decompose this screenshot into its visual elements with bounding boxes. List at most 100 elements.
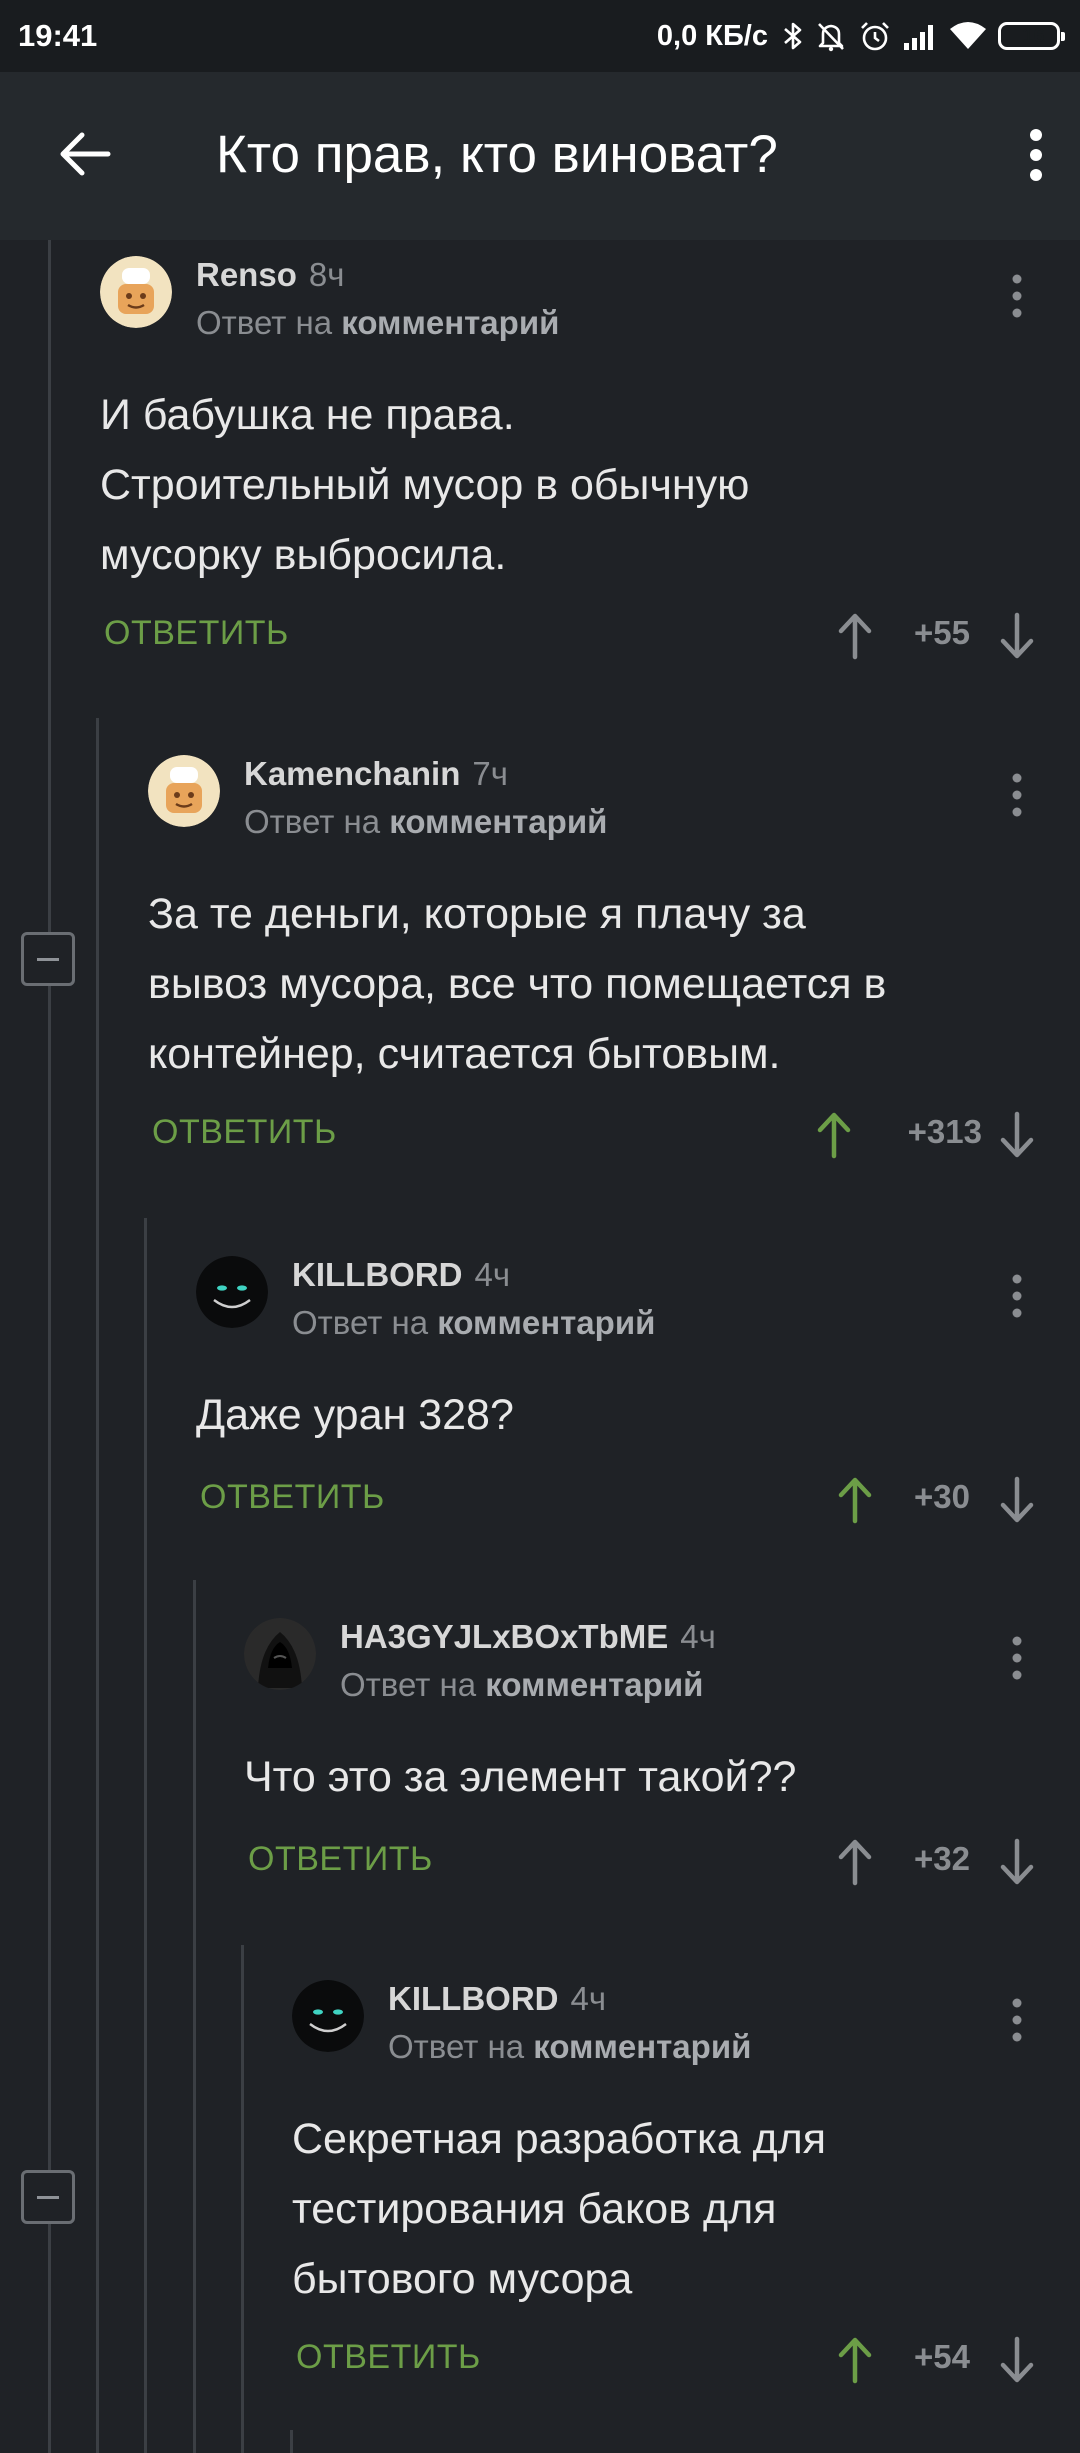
comment-text: И бабушка не права. Строительный мусор в… (100, 391, 750, 579)
more-button[interactable] (1006, 120, 1066, 190)
reply-target-link[interactable]: комментарий (389, 803, 607, 840)
username[interactable]: Kamenchanin (244, 755, 460, 792)
minus-icon (37, 957, 59, 961)
comment-actions: ОТВЕТИТЬ +32 (244, 1832, 1050, 1892)
reply-prefix: Ответ на (292, 1304, 429, 1341)
comment-score: +30 (914, 1478, 970, 1515)
page-title: Кто прав, кто виноват? (216, 125, 778, 184)
reply-button[interactable]: ОТВЕТИТЬ (296, 2338, 481, 2377)
chef-avatar-icon (100, 256, 172, 328)
battery-level: 16 (1022, 24, 1045, 47)
bluetooth-icon (782, 20, 804, 52)
avatar[interactable] (196, 1256, 268, 1328)
comment: KILLBORD 4ч Ответ на комментарий Даже ура… (196, 1256, 1050, 1556)
comment-actions: ОТВЕТИТЬ +313 (148, 1105, 1050, 1165)
comment-text: Секретная разработка для тестирования ба… (292, 2115, 827, 2303)
upvote-button[interactable] (825, 2330, 885, 2390)
downvote-button[interactable] (987, 1105, 1047, 1165)
downvote-button[interactable] (987, 606, 1047, 666)
username[interactable]: Renso (196, 256, 297, 293)
more-vertical-icon (1012, 1636, 1022, 1680)
collapse-button[interactable] (21, 2170, 75, 2224)
wifi-icon (948, 21, 988, 51)
net-speed: 0,0 КБ/с (656, 19, 768, 52)
upvote-button[interactable] (804, 1105, 864, 1165)
thread-line (48, 240, 51, 2453)
reply-button[interactable]: ОТВЕТИТЬ (248, 1840, 433, 1879)
username[interactable]: KILLBORD (292, 1256, 462, 1293)
username[interactable]: KILLBORD (388, 1980, 558, 2017)
collapse-button[interactable] (21, 932, 75, 986)
reply-prefix: Ответ на (196, 304, 333, 341)
thread-line (290, 2430, 293, 2453)
upvote-button[interactable] (825, 1832, 885, 1892)
more-vertical-icon (1012, 274, 1022, 318)
comment-score: +55 (914, 614, 970, 651)
thread-line (193, 1580, 196, 2453)
comment-menu-button[interactable] (997, 767, 1037, 823)
comment-menu-button[interactable] (997, 1268, 1037, 1324)
comment-time: 7ч (472, 755, 508, 792)
comment-actions: ОТВЕТИТЬ +55 (100, 606, 1050, 666)
comment-actions: ОТВЕТИТЬ +54 (292, 2330, 1050, 2390)
arrow-down-icon (1000, 1838, 1034, 1885)
more-vertical-icon (1012, 1998, 1022, 2042)
arrow-down-icon (1000, 2336, 1034, 2383)
arrow-down-icon (1000, 1111, 1034, 1158)
arrow-left-icon (60, 132, 111, 176)
avatar[interactable] (148, 755, 220, 827)
reply-target-link[interactable]: комментарий (341, 304, 559, 341)
cat-smile-avatar-icon (196, 1256, 268, 1328)
comment: Renso 8ч Ответ на комментарий И бабушка н… (100, 256, 1050, 676)
username[interactable]: HA3GYJLxBOxTbME (340, 1618, 668, 1655)
reply-button[interactable]: ОТВЕТИТЬ (104, 614, 289, 653)
upvote-button[interactable] (825, 1470, 885, 1530)
comment-time: 4ч (680, 1618, 716, 1655)
avatar[interactable] (292, 1980, 364, 2052)
reply-button[interactable]: ОТВЕТИТЬ (152, 1113, 337, 1152)
thread-line (144, 1218, 147, 2453)
comment-menu-button[interactable] (997, 1992, 1037, 2048)
app-toolbar: Кто прав, кто виноват? (0, 72, 1080, 240)
hooded-figure-avatar-icon (244, 1618, 316, 1690)
arrow-up-icon (838, 2337, 872, 2384)
more-vertical-icon (1012, 1274, 1022, 1318)
comment: KILLBORD 4ч Ответ на комментарий Секретна… (292, 1980, 1050, 2400)
reply-target-link[interactable]: комментарий (485, 1666, 703, 1703)
comment-score: +54 (914, 2338, 970, 2375)
reply-target-link[interactable]: комментарий (533, 2028, 751, 2065)
reply-button[interactable]: ОТВЕТИТЬ (200, 1478, 385, 1517)
status-time: 19:41 (18, 18, 98, 53)
back-button[interactable] (52, 122, 116, 186)
mute-icon (814, 19, 848, 53)
comment: HA3GYJLxBOxTbME 4ч Ответ на комментарий Ч… (244, 1618, 1050, 1918)
avatar[interactable] (244, 1618, 316, 1690)
comment-text: За те деньги, которые я плачу за вывоз м… (148, 890, 887, 1078)
reply-prefix: Ответ на (388, 2028, 525, 2065)
arrow-down-icon (1000, 612, 1034, 659)
comment: Kamenchanin 7ч Ответ на комментарий За те… (148, 755, 1050, 1185)
more-vertical-icon (1012, 773, 1022, 817)
signal-icon (902, 21, 938, 51)
reply-target-link[interactable]: комментарий (437, 1304, 655, 1341)
minus-icon (37, 2195, 59, 2199)
upvote-button[interactable] (825, 606, 885, 666)
arrow-up-icon (838, 1477, 872, 1524)
status-bar: 19:41 0,0 КБ/с 16 (0, 0, 1080, 72)
arrow-down-icon (1000, 1476, 1034, 1523)
comment-menu-button[interactable] (997, 268, 1037, 324)
arrow-up-icon (838, 613, 872, 660)
downvote-button[interactable] (987, 1832, 1047, 1892)
comment-actions: ОТВЕТИТЬ +30 (196, 1470, 1050, 1530)
avatar[interactable] (100, 256, 172, 328)
chef-avatar-icon (148, 755, 220, 827)
comment-menu-button[interactable] (997, 1630, 1037, 1686)
comment-thread: Renso 8ч Ответ на комментарий И бабушка н… (0, 240, 1080, 2453)
more-vertical-icon (1030, 129, 1042, 181)
thread-line (241, 1945, 244, 2453)
thread-line (96, 718, 99, 2453)
downvote-button[interactable] (987, 1470, 1047, 1530)
downvote-button[interactable] (987, 2330, 1047, 2390)
comment-text: Что это за элемент такой?? (244, 1753, 797, 1801)
alarm-icon (858, 19, 892, 53)
